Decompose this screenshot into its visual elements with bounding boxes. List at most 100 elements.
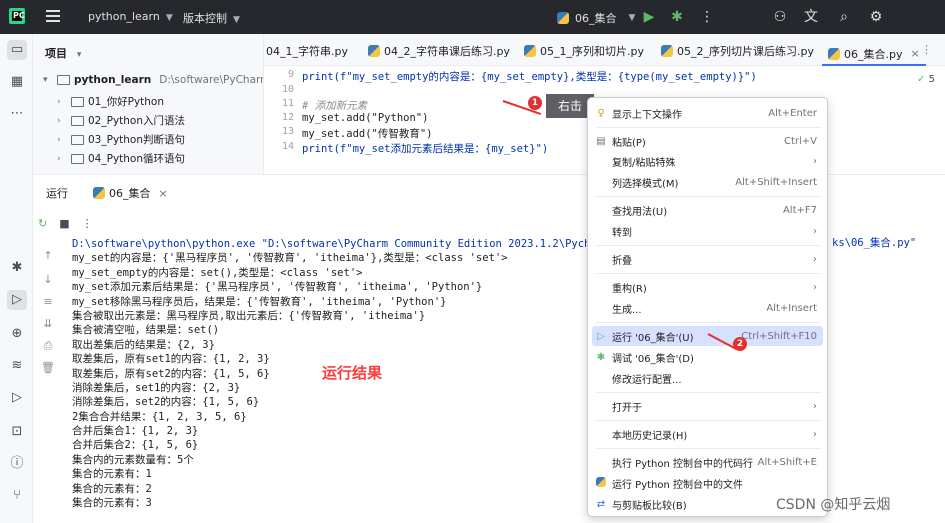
- settings-icon[interactable]: ⚙: [867, 8, 885, 26]
- close-icon[interactable]: ×: [159, 187, 168, 200]
- tree-item[interactable]: › 02_Python入门语法: [57, 113, 185, 128]
- folder-icon: [71, 134, 84, 145]
- menu-item-goto[interactable]: 转到 ›: [592, 221, 823, 241]
- terminal-icon[interactable]: ⊡: [7, 422, 27, 442]
- chevron-down-icon: ▾: [43, 75, 48, 85]
- chevron-right-icon: ›: [57, 153, 61, 164]
- tree-item-label: 02_Python入门语法: [88, 115, 186, 127]
- more-icon[interactable]: ⋮: [698, 8, 716, 26]
- menu-item-local-history[interactable]: 本地历史记录(H) ›: [592, 424, 823, 444]
- trash-icon[interactable]: 🗑: [41, 361, 55, 374]
- tree-item-label: 04_Python循环语句: [88, 153, 186, 165]
- run-icon: ▷: [597, 330, 605, 342]
- bulb-icon: ♀: [597, 107, 605, 119]
- menu-item-run[interactable]: ▷ 运行 '06_集合'(U) Ctrl+Shift+F10: [592, 326, 823, 346]
- bug-icon[interactable]: ✱: [7, 258, 27, 278]
- menu-item-generate[interactable]: 生成... Alt+Insert: [592, 298, 823, 318]
- tab-04-1[interactable]: 04_1_字符串.py: [266, 43, 348, 59]
- rerun-icon[interactable]: ↻: [38, 217, 47, 230]
- menu-item-show-context-actions[interactable]: ♀ 显示上下文操作 Alt+Enter: [592, 103, 823, 123]
- main-menu-icon[interactable]: [46, 10, 60, 22]
- chevron-right-icon: ›: [813, 281, 817, 293]
- vcs-label: 版本控制: [183, 12, 227, 25]
- chevron-down-icon: ▼: [628, 13, 636, 23]
- tab-label: 06_集合.py: [844, 47, 903, 61]
- line-number: 12: [281, 112, 294, 123]
- vcs-menu[interactable]: 版本控制 ▼: [183, 10, 240, 26]
- play-icon[interactable]: ▶: [640, 8, 658, 26]
- watermark: CSDN @知乎云烟: [776, 497, 891, 513]
- project-selector[interactable]: python_learn ▼: [88, 10, 173, 23]
- menu-item-copy-paste-special[interactable]: 复制/粘贴特殊 ›: [592, 151, 823, 171]
- scroll-up-icon[interactable]: ↑: [41, 249, 55, 262]
- folder-icon: [71, 153, 84, 164]
- project-root[interactable]: ▾ python_learn D:\software\PyCharm Co: [43, 74, 263, 86]
- git-icon[interactable]: ⑂: [7, 486, 27, 506]
- line-number: 14: [281, 141, 294, 152]
- more-tools-icon[interactable]: ⋯: [7, 104, 27, 124]
- annotation-badge-1: 1: [528, 96, 542, 110]
- layers-icon[interactable]: ≋: [7, 356, 27, 376]
- code-line: print(f"my_set添加元素后结果是：{my_set}"): [302, 143, 549, 155]
- menu-item-find-usages[interactable]: 查找用法(U) Alt+F7: [592, 200, 823, 220]
- tree-item[interactable]: › 01_你好Python: [57, 94, 164, 109]
- menu-item-debug[interactable]: ✱ 调试 '06_集合'(D): [592, 347, 823, 367]
- tab-05-1[interactable]: 05_1_序列和切片.py: [524, 43, 644, 59]
- stop-icon[interactable]: ■: [59, 217, 69, 230]
- python-console-icon[interactable]: ⊕: [7, 324, 27, 344]
- menu-item-paste[interactable]: ▤ 粘贴(P) Ctrl+V: [592, 131, 823, 151]
- run-tab-label: 06_集合: [109, 187, 151, 200]
- app-logo-icon: PC: [9, 8, 25, 24]
- inspection-count: 5: [928, 74, 935, 85]
- scroll-end-icon[interactable]: ⇊: [41, 317, 55, 330]
- print-icon[interactable]: ⎙: [41, 339, 55, 353]
- folder-icon[interactable]: ▭: [7, 40, 27, 60]
- more-icon[interactable]: ⋮: [82, 217, 93, 230]
- project-panel-header[interactable]: 项目 ▾: [45, 45, 81, 61]
- search-icon[interactable]: ⌕: [835, 8, 853, 26]
- folder-icon: [71, 115, 84, 126]
- line-number: 9: [287, 69, 294, 80]
- folder-icon: [57, 75, 70, 85]
- menu-separator: [596, 420, 821, 421]
- tab-label: 04_1_字符串.py: [266, 45, 348, 58]
- tab-04-2[interactable]: 04_2_字符串课后练习.py: [368, 43, 510, 59]
- code-line: print(f"my_set_empty的内容是：{my_set_empty},…: [302, 71, 757, 83]
- menu-item-modify-run-config[interactable]: 修改运行配置...: [592, 368, 823, 388]
- problems-icon[interactable]: ⓘ: [7, 454, 27, 474]
- code-line: my_set.add("传智教育"): [302, 128, 433, 140]
- services-icon[interactable]: ▷: [7, 388, 27, 408]
- menu-item-exec-line-console[interactable]: 执行 Python 控制台中的代码行 Alt+Shift+E: [592, 452, 823, 472]
- structure-icon[interactable]: ▦: [7, 72, 27, 92]
- menu-separator: [596, 392, 821, 393]
- close-icon[interactable]: ×: [911, 47, 920, 60]
- more-tabs-icon[interactable]: ⋮: [921, 43, 932, 56]
- python-file-icon: [524, 45, 536, 57]
- run-config-selector[interactable]: 06_集合 ▼: [557, 10, 635, 26]
- add-user-icon[interactable]: ⚇: [771, 8, 789, 26]
- line-number: 13: [281, 126, 294, 137]
- python-file-icon: [368, 45, 380, 57]
- tab-06[interactable]: 06_集合.py ×: [822, 34, 926, 66]
- debug-icon[interactable]: ✱: [668, 8, 686, 26]
- line-gutter: 9 10 11 12 13 14: [264, 66, 294, 174]
- tree-item[interactable]: › 03_Python判断语句: [57, 132, 185, 147]
- tab-label: 05_1_序列和切片.py: [540, 45, 644, 58]
- run-tab[interactable]: 06_集合 ×: [93, 185, 168, 201]
- menu-item-refactor[interactable]: 重构(R) ›: [592, 277, 823, 297]
- run-tool-icon[interactable]: ▷: [7, 290, 27, 310]
- tab-05-2[interactable]: 05_2_序列切片课后练习.py: [661, 43, 814, 59]
- menu-item-open-in[interactable]: 打开于 ›: [592, 396, 823, 416]
- translate-icon[interactable]: 文: [802, 8, 820, 26]
- app-logo-text: PC: [13, 11, 25, 20]
- wrap-icon[interactable]: ≡: [41, 295, 55, 308]
- menu-item-folding[interactable]: 折叠 ›: [592, 249, 823, 269]
- chevron-right-icon: ›: [813, 225, 817, 237]
- menu-item-column-selection[interactable]: 列选择模式(M) Alt+Shift+Insert: [592, 172, 823, 192]
- menu-item-run-file-console[interactable]: 运行 Python 控制台中的文件: [592, 473, 823, 493]
- chevron-right-icon: ›: [813, 155, 817, 167]
- inspection-widget[interactable]: ✓ 5: [917, 74, 935, 85]
- scroll-down-icon[interactable]: ↓: [41, 273, 55, 286]
- tree-item[interactable]: › 04_Python循环语句: [57, 151, 185, 166]
- line-number: 11: [281, 98, 294, 109]
